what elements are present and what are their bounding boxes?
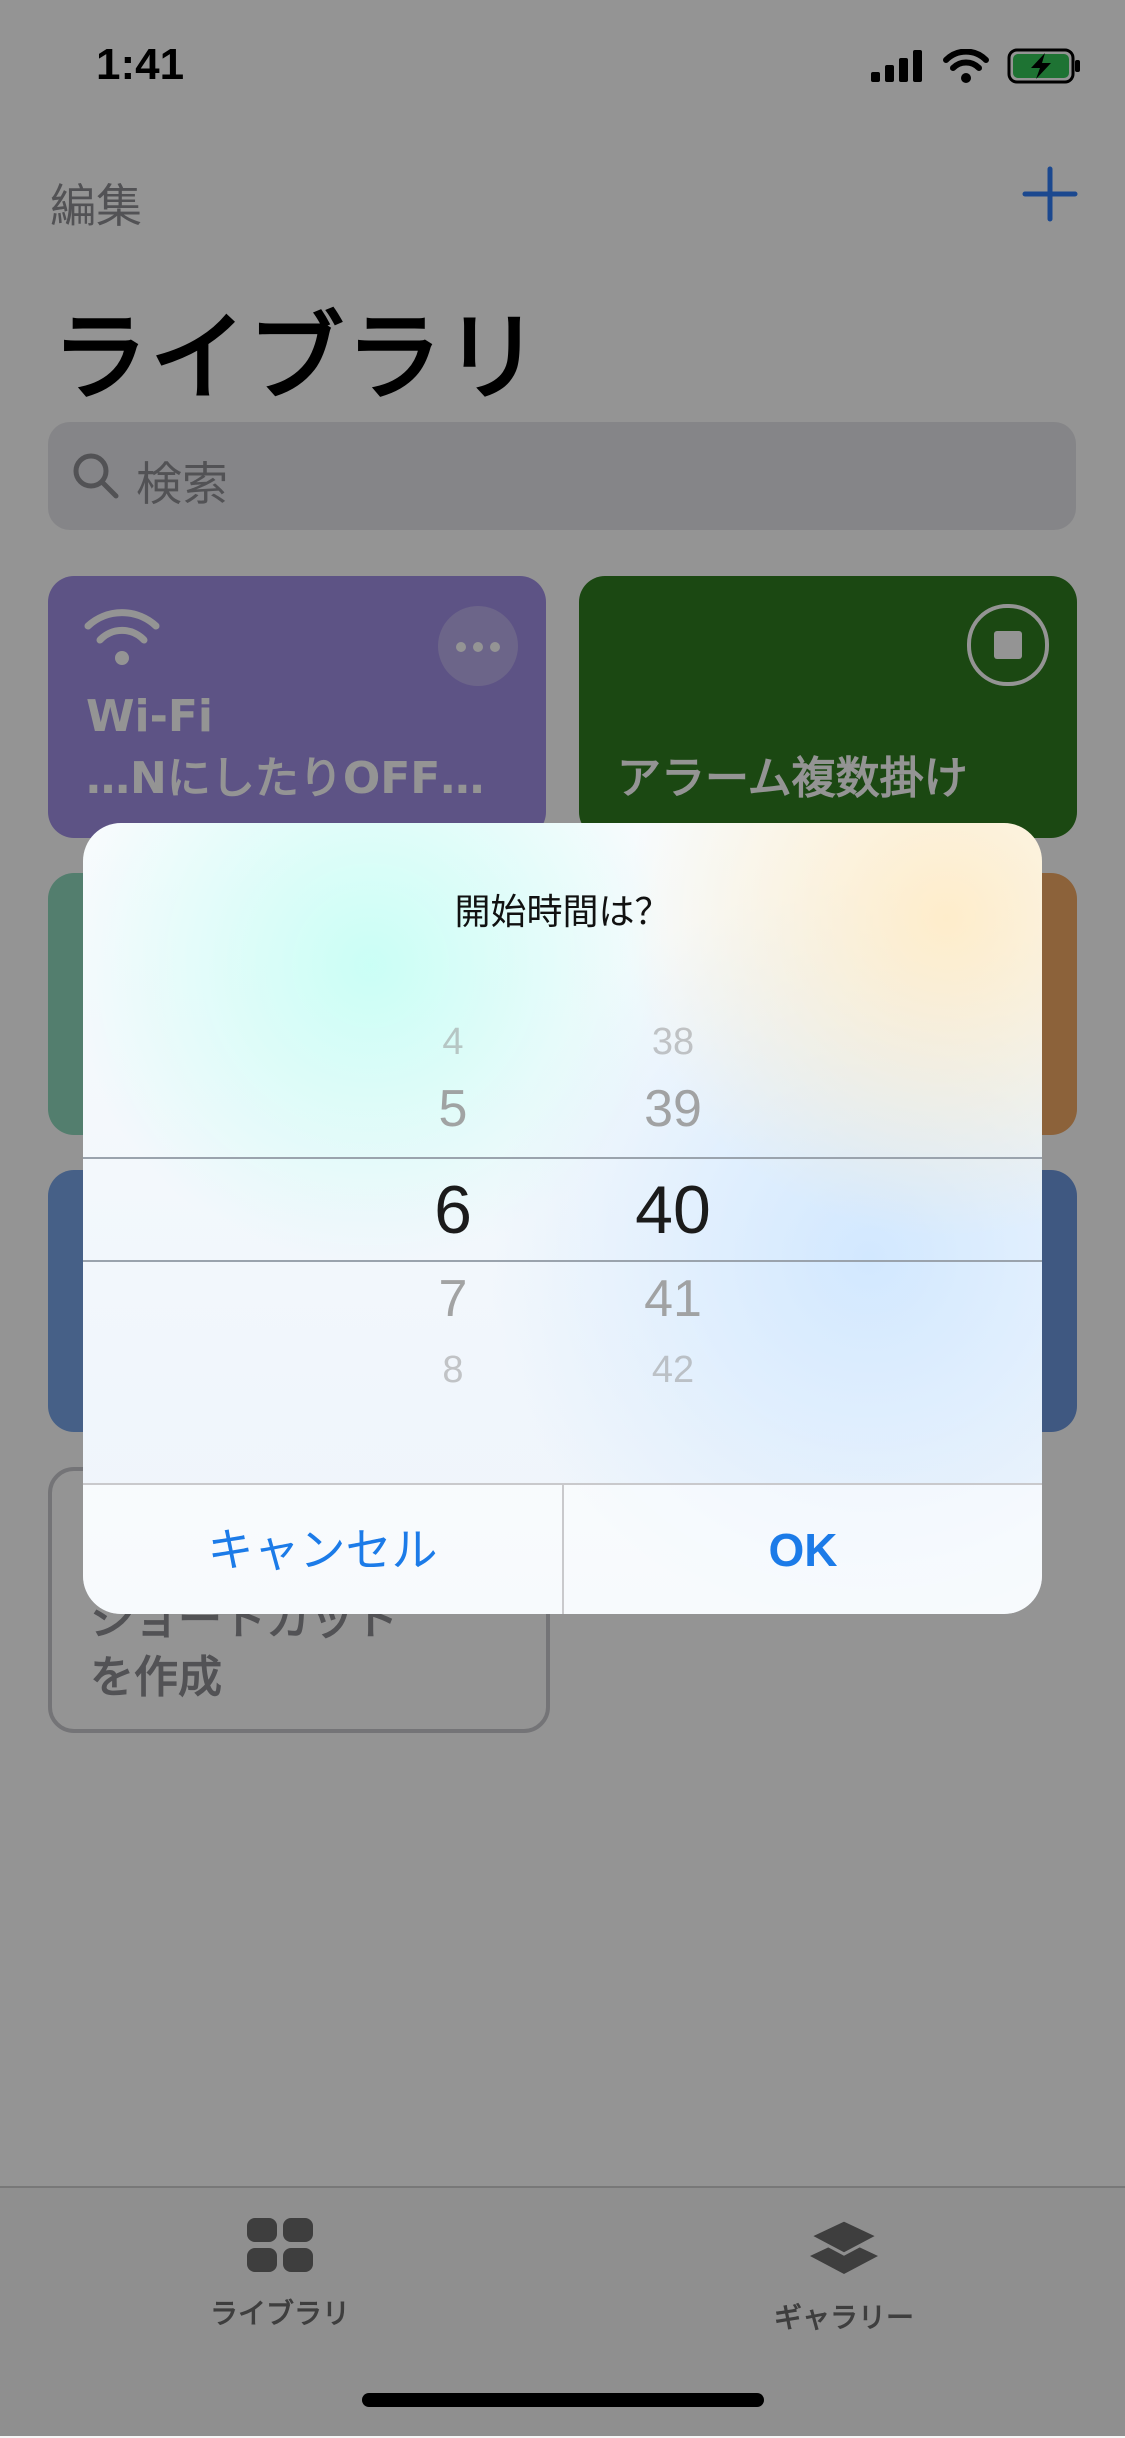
dialog-title: 開始時間は？ [454, 892, 671, 933]
minute-option[interactable]: 38 [603, 1021, 743, 1064]
dialog-button-row: キャンセル OK [83, 1483, 1042, 1614]
minute-option[interactable]: 42 [603, 1349, 743, 1392]
cancel-button[interactable]: キャンセル [83, 1485, 562, 1614]
minute-option-selected[interactable]: 40 [593, 1171, 753, 1249]
hour-option[interactable]: 5 [413, 1079, 493, 1139]
minute-option[interactable]: 39 [603, 1079, 743, 1139]
ok-button[interactable]: OK [564, 1485, 1042, 1614]
hour-option-selected[interactable]: 6 [405, 1171, 501, 1249]
picker-selection-bottom [83, 1260, 1042, 1262]
hour-option[interactable]: 4 [413, 1021, 493, 1064]
time-picker-dialog: 開始時間は？ 4 5 6 7 8 38 39 40 41 42 キャンセル OK [83, 823, 1042, 1614]
minute-option[interactable]: 41 [603, 1269, 743, 1329]
hour-option[interactable]: 7 [413, 1269, 493, 1329]
picker-selection-top [83, 1157, 1042, 1159]
hour-option[interactable]: 8 [413, 1349, 493, 1392]
